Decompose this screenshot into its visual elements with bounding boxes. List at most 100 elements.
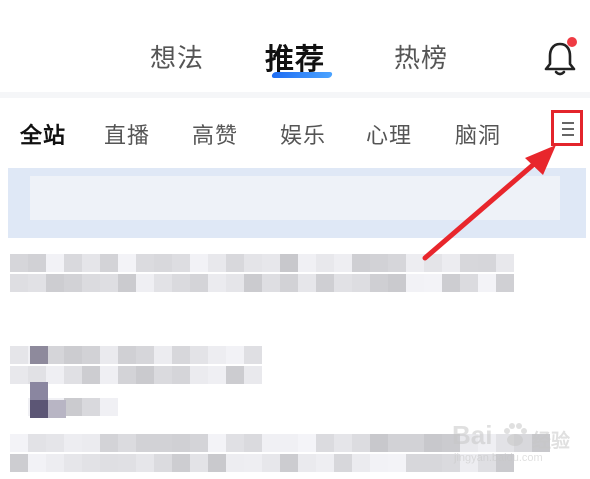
pixel-cell: [460, 274, 478, 292]
pixel-cell: [352, 434, 370, 452]
pixel-cell: [64, 254, 82, 272]
pixel-cell: [82, 346, 100, 364]
pixel-cell: [190, 366, 208, 384]
pixel-cell: [30, 400, 48, 418]
pixel-cell: [136, 346, 154, 364]
pixel-cell: [46, 254, 64, 272]
pixel-cell: [298, 454, 316, 472]
pixel-cell: [10, 274, 28, 292]
pixel-cell: [64, 274, 82, 292]
pixel-cell: [28, 254, 46, 272]
pixel-cell: [30, 346, 48, 364]
pixel-cell: [316, 434, 334, 452]
watermark-brand: Bai: [452, 420, 493, 450]
pixel-cell: [10, 346, 28, 364]
pixel-cell: [154, 454, 172, 472]
pixel-cell: [244, 366, 262, 384]
pixel-cell: [226, 274, 244, 292]
pixel-cell: [298, 254, 316, 272]
pixel-cell: [406, 454, 424, 472]
paw-icon: [504, 423, 527, 446]
pixel-cell: [424, 454, 442, 472]
tab-ideas[interactable]: 想法: [150, 38, 204, 75]
pixel-cell: [190, 254, 208, 272]
pixel-cell: [190, 274, 208, 292]
pixel-cell: [352, 274, 370, 292]
pixel-cell: [172, 346, 190, 364]
pixel-cell: [30, 382, 48, 400]
pixel-cell: [82, 398, 100, 416]
pixel-cell: [208, 454, 226, 472]
blurred-banner-inner: [30, 176, 560, 220]
pixel-cell: [226, 454, 244, 472]
pixel-cell: [226, 346, 244, 364]
pixel-cell: [226, 434, 244, 452]
pixel-cell: [478, 274, 496, 292]
tab-hot-list[interactable]: 热榜: [394, 38, 448, 75]
pixel-cell: [118, 366, 136, 384]
pixel-cell: [82, 274, 100, 292]
pixel-cell: [64, 366, 82, 384]
pixel-cell: [244, 434, 262, 452]
pixel-cell: [388, 454, 406, 472]
pixel-cell: [370, 274, 388, 292]
hamburger-menu-icon[interactable]: [551, 110, 583, 146]
pixel-cell: [226, 254, 244, 272]
pixel-cell: [172, 254, 190, 272]
pixel-cell: [406, 434, 424, 452]
pixel-cell: [298, 434, 316, 452]
pixel-cell: [118, 434, 136, 452]
pixel-cell: [46, 434, 64, 452]
pixel-cell: [496, 254, 514, 272]
pixel-cell: [388, 274, 406, 292]
pixel-cell: [262, 254, 280, 272]
pixel-cell: [46, 346, 64, 364]
pixel-cell: [64, 434, 82, 452]
category-bar: 全站 直播 高赞 娱乐 心理 脑洞: [0, 92, 590, 168]
pixel-cell: [496, 274, 514, 292]
pixel-cell: [244, 254, 262, 272]
category-brainstorm[interactable]: 脑洞: [455, 118, 501, 150]
pixel-cell: [208, 346, 226, 364]
pixel-cell: [136, 434, 154, 452]
category-all[interactable]: 全站: [20, 118, 66, 150]
pixel-cell: [100, 254, 118, 272]
pixel-cell: [100, 346, 118, 364]
pixel-cell: [10, 254, 28, 272]
pixel-cell: [154, 366, 172, 384]
pixel-cell: [100, 434, 118, 452]
category-entertainment[interactable]: 娱乐: [280, 118, 326, 150]
pixel-cell: [316, 274, 334, 292]
pixel-cell: [10, 366, 28, 384]
pixel-cell: [298, 274, 316, 292]
pixel-cell: [208, 366, 226, 384]
pixel-cell: [334, 434, 352, 452]
pixel-cell: [100, 398, 118, 416]
pixel-cell: [64, 454, 82, 472]
pixel-cell: [118, 346, 136, 364]
pixel-cell: [64, 398, 82, 416]
pixel-cell: [316, 254, 334, 272]
pixel-cell: [100, 274, 118, 292]
pixel-cell: [172, 434, 190, 452]
pixel-cell: [136, 254, 154, 272]
pixel-cell: [262, 274, 280, 292]
pixel-cell: [280, 274, 298, 292]
pixel-cell: [424, 434, 442, 452]
pixel-cell: [352, 254, 370, 272]
pixel-cell: [172, 274, 190, 292]
pixel-cell: [334, 274, 352, 292]
category-live[interactable]: 直播: [104, 118, 150, 150]
pixel-cell: [154, 346, 172, 364]
pixel-cell: [172, 366, 190, 384]
pixel-cell: [244, 274, 262, 292]
pixel-cell: [10, 434, 28, 452]
category-psychology[interactable]: 心理: [366, 118, 412, 150]
pixel-cell: [208, 274, 226, 292]
pixel-cell: [10, 454, 28, 472]
pixel-cell: [154, 434, 172, 452]
pixel-cell: [244, 346, 262, 364]
category-top-rated[interactable]: 高赞: [192, 118, 238, 150]
pixel-cell: [280, 434, 298, 452]
pixel-cell: [64, 346, 82, 364]
